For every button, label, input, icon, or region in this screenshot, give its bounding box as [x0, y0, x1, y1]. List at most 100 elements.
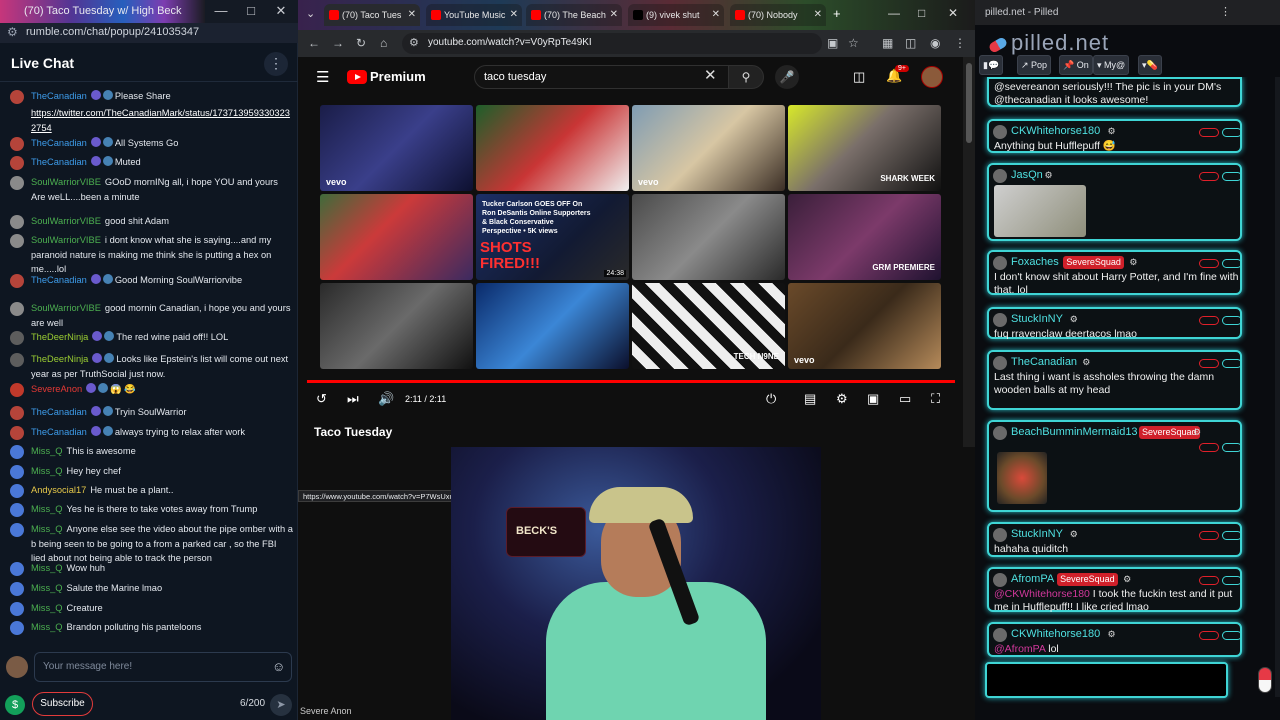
- replay-icon[interactable]: ↺: [316, 391, 327, 407]
- send-icon[interactable]: ➤: [270, 694, 292, 716]
- profile-icon[interactable]: ◉: [930, 36, 940, 50]
- chat-username[interactable]: SoulWarriorVIBE: [31, 235, 101, 245]
- pilled-username[interactable]: JasQn: [1011, 169, 1043, 181]
- avatar[interactable]: [993, 573, 1007, 587]
- mute-toggle[interactable]: [1199, 172, 1219, 181]
- chat-username[interactable]: TheDeerNinja: [31, 332, 88, 342]
- mute-toggle[interactable]: [1199, 316, 1219, 325]
- pilled-message-input[interactable]: [985, 662, 1228, 698]
- chat-username[interactable]: Miss_Q: [31, 466, 63, 476]
- avatar[interactable]: [993, 313, 1007, 327]
- endscreen-video-thumbnail[interactable]: [632, 194, 785, 280]
- chat-username[interactable]: Miss_Q: [31, 622, 63, 632]
- avatar[interactable]: [993, 256, 1007, 270]
- pilled-username[interactable]: CKWhitehorse180: [1011, 628, 1100, 640]
- mute-toggle[interactable]: [1199, 576, 1219, 585]
- avatar[interactable]: [993, 426, 1007, 440]
- chat-bubble-icon[interactable]: ▮💬: [979, 55, 1004, 75]
- mute-toggle[interactable]: [1199, 359, 1219, 368]
- next-icon[interactable]: ⏭: [347, 391, 359, 407]
- mentions-filter[interactable]: ▾ My@: [1093, 55, 1130, 75]
- reply-toggle[interactable]: [1222, 531, 1242, 540]
- avatar[interactable]: [993, 528, 1007, 542]
- browser-menu-icon[interactable]: ⋮: [954, 36, 966, 50]
- avatar[interactable]: [10, 406, 24, 420]
- chat-username[interactable]: SoulWarriorVIBE: [31, 216, 101, 226]
- miniplayer-icon[interactable]: ▣: [867, 391, 879, 407]
- chat-username[interactable]: TheCanadian: [31, 275, 87, 285]
- home-icon[interactable]: ⌂: [380, 36, 387, 50]
- browser-tab[interactable]: (70) Nobody ✕: [730, 4, 826, 26]
- avatar[interactable]: [993, 628, 1007, 642]
- chat-username[interactable]: SoulWarriorVIBE: [31, 177, 101, 187]
- user-gear-icon[interactable]: ⚙: [1082, 357, 1090, 368]
- avatar[interactable]: [993, 125, 1007, 139]
- chat-username[interactable]: TheCanadian: [31, 407, 87, 417]
- page-scrollbar[interactable]: [963, 57, 975, 447]
- avatar[interactable]: [10, 426, 24, 440]
- new-tab-button[interactable]: +: [833, 6, 841, 21]
- avatar[interactable]: [10, 465, 24, 479]
- reload-icon[interactable]: ↻: [356, 36, 366, 50]
- hamburger-menu-icon[interactable]: ☰: [316, 68, 329, 86]
- pilled-username[interactable]: CKWhitehorse180: [1011, 125, 1100, 137]
- close-button[interactable]: ✕: [948, 6, 958, 20]
- chat-username[interactable]: TheCanadian: [31, 427, 87, 437]
- endscreen-video-thumbnail[interactable]: [476, 283, 629, 369]
- avatar[interactable]: [10, 176, 24, 190]
- avatar[interactable]: [10, 523, 24, 537]
- endscreen-video-thumbnail[interactable]: [476, 105, 629, 191]
- chat-username[interactable]: Miss_Q: [31, 603, 63, 613]
- mute-toggle[interactable]: [1199, 531, 1219, 540]
- minimize-button[interactable]: —: [206, 3, 236, 18]
- avatar[interactable]: [10, 331, 24, 345]
- reply-toggle[interactable]: [1222, 128, 1242, 137]
- forward-icon[interactable]: →: [332, 36, 344, 50]
- avatar[interactable]: [10, 353, 24, 367]
- reply-toggle[interactable]: [1222, 259, 1242, 268]
- volume-icon[interactable]: 🔊: [378, 391, 394, 407]
- avatar[interactable]: [10, 582, 24, 596]
- endscreen-video-thumbnail[interactable]: Tucker Carlson GOES OFF On Ron DeSantis …: [476, 194, 629, 280]
- browser-tab[interactable]: YouTube Music ✕: [426, 4, 522, 26]
- user-gear-icon[interactable]: ⚙: [1045, 170, 1053, 181]
- chat-username[interactable]: Miss_Q: [31, 504, 63, 514]
- pilled-username[interactable]: Foxaches: [1011, 256, 1059, 268]
- pill-icon[interactable]: [1258, 667, 1272, 693]
- endscreen-video-thumbnail[interactable]: vevo: [788, 283, 941, 369]
- video-progress-bar[interactable]: [307, 380, 955, 383]
- tab-close-icon[interactable]: ✕: [510, 4, 518, 26]
- rant-dollar-icon[interactable]: $: [5, 695, 25, 715]
- chat-username[interactable]: Miss_Q: [31, 563, 63, 573]
- left-url-bar[interactable]: ⚙ rumble.com/chat/popup/241035347: [0, 23, 298, 43]
- install-icon[interactable]: ▣: [827, 36, 838, 50]
- chat-username[interactable]: TheCanadian: [31, 138, 87, 148]
- youtube-logo-icon[interactable]: [347, 70, 367, 84]
- avatar[interactable]: [993, 356, 1007, 370]
- more-options-icon[interactable]: ⋮: [264, 52, 288, 76]
- bookmark-star-icon[interactable]: ☆: [848, 36, 859, 50]
- chat-username[interactable]: TheCanadian: [31, 91, 87, 101]
- mute-toggle[interactable]: [1199, 443, 1219, 452]
- reply-toggle[interactable]: [1222, 443, 1242, 452]
- reply-toggle[interactable]: [1222, 576, 1242, 585]
- user-gear-icon[interactable]: ⚙: [1070, 529, 1078, 540]
- posted-gif[interactable]: [997, 452, 1047, 504]
- user-gear-icon[interactable]: ⚙: [1108, 629, 1116, 640]
- search-button[interactable]: ⚲: [728, 65, 764, 89]
- reply-toggle[interactable]: [1222, 631, 1242, 640]
- endscreen-video-thumbnail[interactable]: [320, 283, 473, 369]
- user-gear-icon[interactable]: ⚙: [1193, 427, 1201, 438]
- pilled-username[interactable]: AfromPA: [1011, 573, 1054, 585]
- mute-toggle[interactable]: [1199, 128, 1219, 137]
- avatar[interactable]: [10, 137, 24, 151]
- maximize-button[interactable]: □: [918, 6, 925, 20]
- browser-tab[interactable]: (70) Taco Tues ✕: [324, 4, 420, 26]
- site-info-icon[interactable]: ⚙: [7, 25, 18, 39]
- chat-username[interactable]: SevereAnon: [31, 384, 82, 394]
- endscreen-video-thumbnail[interactable]: SHARK WEEK: [788, 105, 941, 191]
- avatar[interactable]: [10, 484, 24, 498]
- clear-search-icon[interactable]: ✕: [704, 66, 717, 84]
- avatar[interactable]: [10, 621, 24, 635]
- chat-message-input[interactable]: Your message here! ☺: [34, 652, 292, 682]
